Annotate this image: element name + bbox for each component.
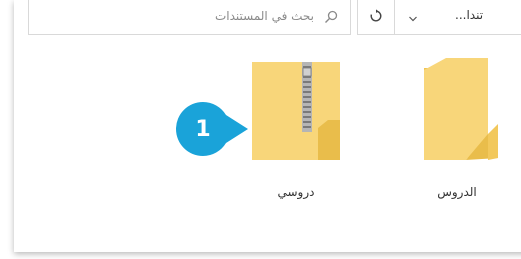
- refresh-button[interactable]: [357, 0, 395, 35]
- address-bar[interactable]: تندا...: [395, 0, 521, 35]
- chevron-down-icon[interactable]: [407, 10, 419, 22]
- toolbar: تندا...: [28, 0, 521, 38]
- file-item-label: الدروس: [437, 185, 477, 199]
- refresh-icon: [369, 8, 383, 27]
- callout-number: 1: [195, 116, 211, 142]
- file-item-zip[interactable]: دروسي: [236, 58, 356, 208]
- search-box[interactable]: [28, 0, 351, 35]
- file-item-label: دروسي: [277, 185, 315, 199]
- search-icon: [324, 9, 338, 23]
- file-item-folder[interactable]: الدروس: [402, 58, 512, 208]
- address-path: تندا...: [455, 8, 484, 22]
- step-callout: 1: [176, 102, 248, 156]
- file-explorer-window: تندا...: [0, 0, 521, 259]
- search-input[interactable]: [74, 6, 314, 26]
